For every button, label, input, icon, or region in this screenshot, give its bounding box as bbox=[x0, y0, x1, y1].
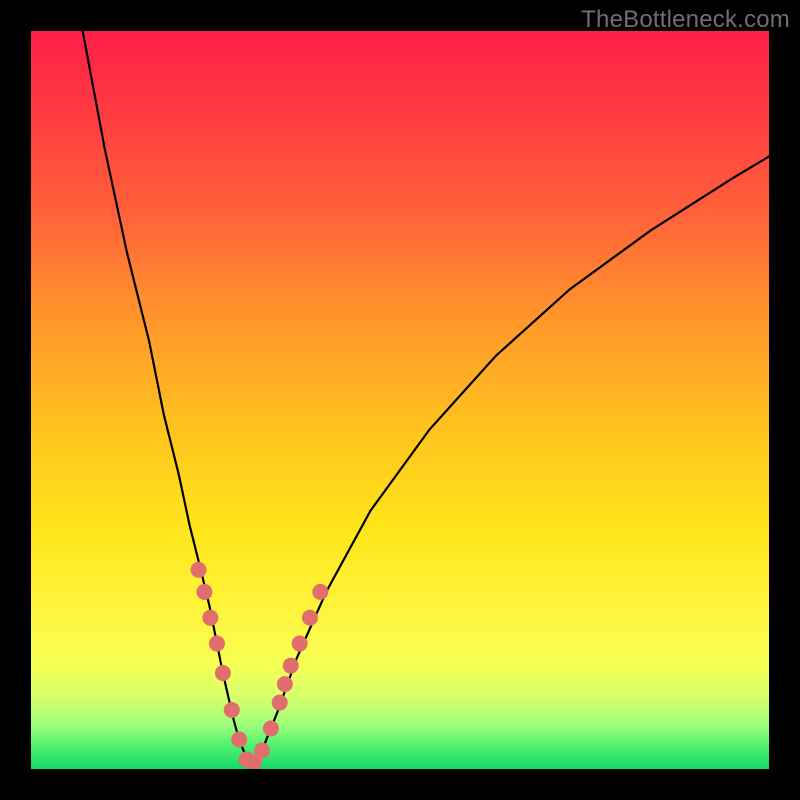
marker-group bbox=[191, 562, 329, 769]
marker-dot bbox=[277, 676, 293, 692]
marker-dot bbox=[209, 636, 225, 652]
curve-right bbox=[252, 156, 769, 765]
marker-dot bbox=[254, 743, 270, 759]
marker-dot bbox=[215, 665, 231, 681]
marker-dot bbox=[224, 702, 240, 718]
bottleneck-curve-svg bbox=[31, 31, 769, 769]
marker-dot bbox=[196, 584, 212, 600]
marker-dot bbox=[292, 636, 308, 652]
marker-dot bbox=[272, 695, 288, 711]
marker-dot bbox=[231, 731, 247, 747]
chart-frame: TheBottleneck.com bbox=[0, 0, 800, 800]
plot-area bbox=[31, 31, 769, 769]
marker-dot bbox=[191, 562, 207, 578]
marker-dot bbox=[302, 610, 318, 626]
marker-dot bbox=[202, 610, 218, 626]
watermark-text: TheBottleneck.com bbox=[581, 6, 790, 34]
marker-dot bbox=[312, 584, 328, 600]
marker-dot bbox=[263, 720, 279, 736]
curve-left bbox=[83, 31, 253, 765]
marker-dot bbox=[283, 658, 299, 674]
